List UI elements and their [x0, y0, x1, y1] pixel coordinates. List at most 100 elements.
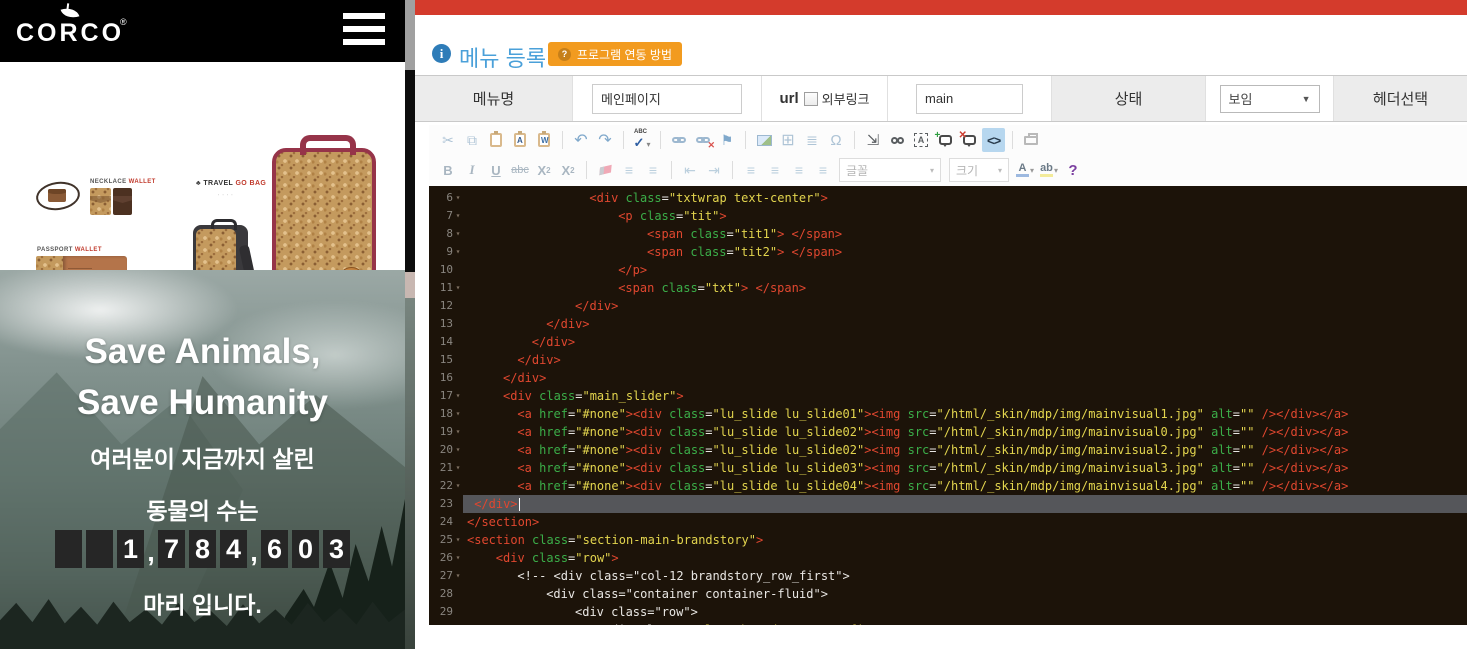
code-line-19[interactable]: 19▾<a href="#none"><div class="lu_slide … — [429, 423, 1467, 441]
travel-sub-label: · · · · — [218, 192, 234, 197]
counter-digit-box: 6 — [261, 530, 288, 568]
paste-text-icon[interactable]: A — [509, 128, 531, 152]
outdent-icon[interactable]: ⇤ — [679, 158, 701, 182]
counter-digit-box: 0 — [292, 530, 319, 568]
cut-icon[interactable]: ✂ — [437, 128, 459, 152]
code-line-15[interactable]: 15</div> — [429, 351, 1467, 369]
necklace-wallet-label: NECKLACE WALLET — [90, 179, 156, 185]
toolbar-row-1: ✂ ⧉ A W ↶ ↷ ABC✓▾ ✕ ⚑ ⊞ ≣ Ω ⇲ — [437, 125, 1042, 155]
code-line-7[interactable]: 7▾<p class="tit"> — [429, 207, 1467, 225]
source-button[interactable]: <> — [982, 128, 1005, 152]
corco-logo[interactable]: CORCO ® — [16, 5, 146, 57]
superscript-icon[interactable]: X2 — [557, 158, 579, 182]
maximize-icon[interactable]: ⇲ — [862, 128, 884, 152]
about-icon[interactable]: ? — [1062, 158, 1084, 182]
image-icon[interactable] — [753, 128, 775, 152]
bg-color-icon[interactable]: ab▾ — [1038, 158, 1060, 182]
code-line-22[interactable]: 22▾<a href="#none"><div class="lu_slide … — [429, 477, 1467, 495]
product-slide[interactable]: NECKLACE WALLET PASSPORT WALLET ♣ TRAVEL… — [0, 62, 405, 270]
underline-icon[interactable]: U — [485, 158, 507, 182]
select-all-icon[interactable]: A — [910, 128, 932, 152]
code-line-30[interactable]: 30<div class="col-12 brandstory_row_firs… — [429, 621, 1467, 625]
code-line-29[interactable]: 29<div class="row"> — [429, 603, 1467, 621]
source-code-area[interactable]: 6▾<div class="txtwrap text-center">7▾<p … — [429, 186, 1467, 625]
hero-banner: Save Animals, Save Humanity 여러분이 지금까지 살린… — [0, 270, 405, 649]
code-line-25[interactable]: 25▾<section class="section-main-brandsto… — [429, 531, 1467, 549]
code-line-6[interactable]: 6▾<div class="txtwrap text-center"> — [429, 189, 1467, 207]
indent-icon[interactable]: ⇥ — [703, 158, 725, 182]
anchor-flag-icon[interactable]: ⚑ — [716, 128, 738, 152]
add-comment-icon[interactable]: + — [934, 128, 956, 152]
site-preview: CORCO ® NECKLACE WALLET PASSPORT WALLET … — [0, 0, 405, 649]
code-line-20[interactable]: 20▾<a href="#none"><div class="lu_slide … — [429, 441, 1467, 459]
link-icon[interactable] — [668, 128, 690, 152]
menu-name-input[interactable] — [592, 84, 742, 114]
spellcheck-icon[interactable]: ABC✓▾ — [631, 128, 653, 152]
code-line-24[interactable]: 24</section> — [429, 513, 1467, 531]
code-line-26[interactable]: 26▾<div class="row"> — [429, 549, 1467, 567]
remove-format-icon[interactable] — [594, 158, 616, 182]
code-line-12[interactable]: 12</div> — [429, 297, 1467, 315]
strikethrough-icon[interactable]: abc — [509, 158, 531, 182]
necklace-wallet-image — [48, 189, 66, 202]
paste-icon[interactable] — [485, 128, 507, 152]
italic-icon[interactable]: I — [461, 158, 483, 182]
numbered-list-icon[interactable]: ≡ — [618, 158, 640, 182]
counter-digit-box: 1 — [117, 530, 144, 568]
code-line-23[interactable]: 23</div> — [429, 495, 1467, 513]
code-line-8[interactable]: 8▾<span class="tit1"> </span> — [429, 225, 1467, 243]
counter-comma: , — [249, 530, 259, 568]
code-line-27[interactable]: 27▾<!-- <div class="col-12 brandstory_ro… — [429, 567, 1467, 585]
cork-wallet-image — [90, 188, 111, 215]
code-line-17[interactable]: 17▾<div class="main_slider"> — [429, 387, 1467, 405]
table-icon[interactable]: ⊞ — [777, 128, 799, 152]
unlink-icon[interactable]: ✕ — [692, 128, 714, 152]
brand-name: CORCO — [16, 19, 124, 48]
status-label: 상태 — [1052, 76, 1206, 121]
bold-icon[interactable]: B — [437, 158, 459, 182]
undo-icon[interactable]: ↶ — [570, 128, 592, 152]
special-char-icon[interactable]: Ω — [825, 128, 847, 152]
align-right-icon[interactable]: ≡ — [788, 158, 810, 182]
align-justify-icon[interactable]: ≡ — [812, 158, 834, 182]
code-line-10[interactable]: 10</p> — [429, 261, 1467, 279]
remove-comment-icon[interactable]: ✕ — [958, 128, 980, 152]
align-center-icon[interactable]: ≡ — [764, 158, 786, 182]
hero-subtitle-line1: 여러분이 지금까지 살린 — [0, 440, 405, 474]
external-link-checkbox[interactable] — [804, 92, 818, 106]
animal-counter: 1,784,603 — [0, 530, 405, 568]
find-replace-icon[interactable] — [886, 128, 908, 152]
status-select[interactable]: 보임 ▼ — [1220, 85, 1320, 113]
page-title: 메뉴 등록 — [459, 41, 546, 73]
toolbar-row-2: B I U abc X2 X2 ≡ ≡ ⇤ ⇥ ≡ ≡ ≡ ≡ 글꼴▾ 크기▾ — [437, 155, 1084, 185]
code-line-13[interactable]: 13</div> — [429, 315, 1467, 333]
url-input[interactable] — [916, 84, 1023, 114]
text-color-icon[interactable]: A▾ — [1014, 158, 1036, 182]
passport-wallet-label: PASSPORT WALLET — [37, 247, 102, 253]
size-dropdown[interactable]: 크기▾ — [949, 158, 1009, 182]
registered-mark: ® — [120, 17, 127, 27]
program-link-help-button[interactable]: ? 프로그램 연동 방법 — [548, 42, 682, 66]
header-select-label: 헤더선택 — [1334, 76, 1467, 121]
font-dropdown[interactable]: 글꼴▾ — [839, 158, 941, 182]
bulleted-list-icon[interactable]: ≡ — [642, 158, 664, 182]
align-left-icon[interactable]: ≡ — [740, 158, 762, 182]
admin-header: i 메뉴 등록 ? 프로그램 연동 방법 — [415, 15, 1467, 75]
redo-icon[interactable]: ↷ — [594, 128, 616, 152]
menu-icon[interactable] — [343, 13, 385, 49]
horizontal-line-icon[interactable]: ≣ — [801, 128, 823, 152]
code-line-21[interactable]: 21▾<a href="#none"><div class="lu_slide … — [429, 459, 1467, 477]
copy-icon[interactable]: ⧉ — [461, 128, 483, 152]
code-line-14[interactable]: 14</div> — [429, 333, 1467, 351]
code-line-28[interactable]: 28<div class="container container-fluid"… — [429, 585, 1467, 603]
paste-word-icon[interactable]: W — [533, 128, 555, 152]
code-line-9[interactable]: 9▾<span class="tit2"> </span> — [429, 243, 1467, 261]
code-line-11[interactable]: 11▾<span class="txt"> </span> — [429, 279, 1467, 297]
top-red-bar — [415, 0, 1467, 15]
code-line-18[interactable]: 18▾<a href="#none"><div class="lu_slide … — [429, 405, 1467, 423]
code-line-16[interactable]: 16</div> — [429, 369, 1467, 387]
html-editor: ✂ ⧉ A W ↶ ↷ ABC✓▾ ✕ ⚑ ⊞ ≣ Ω ⇲ — [429, 125, 1467, 625]
travel-go-bag-label: ♣ TRAVEL GO BAG — [196, 180, 266, 187]
subscript-icon[interactable]: X2 — [533, 158, 555, 182]
print-icon[interactable] — [1020, 128, 1042, 152]
